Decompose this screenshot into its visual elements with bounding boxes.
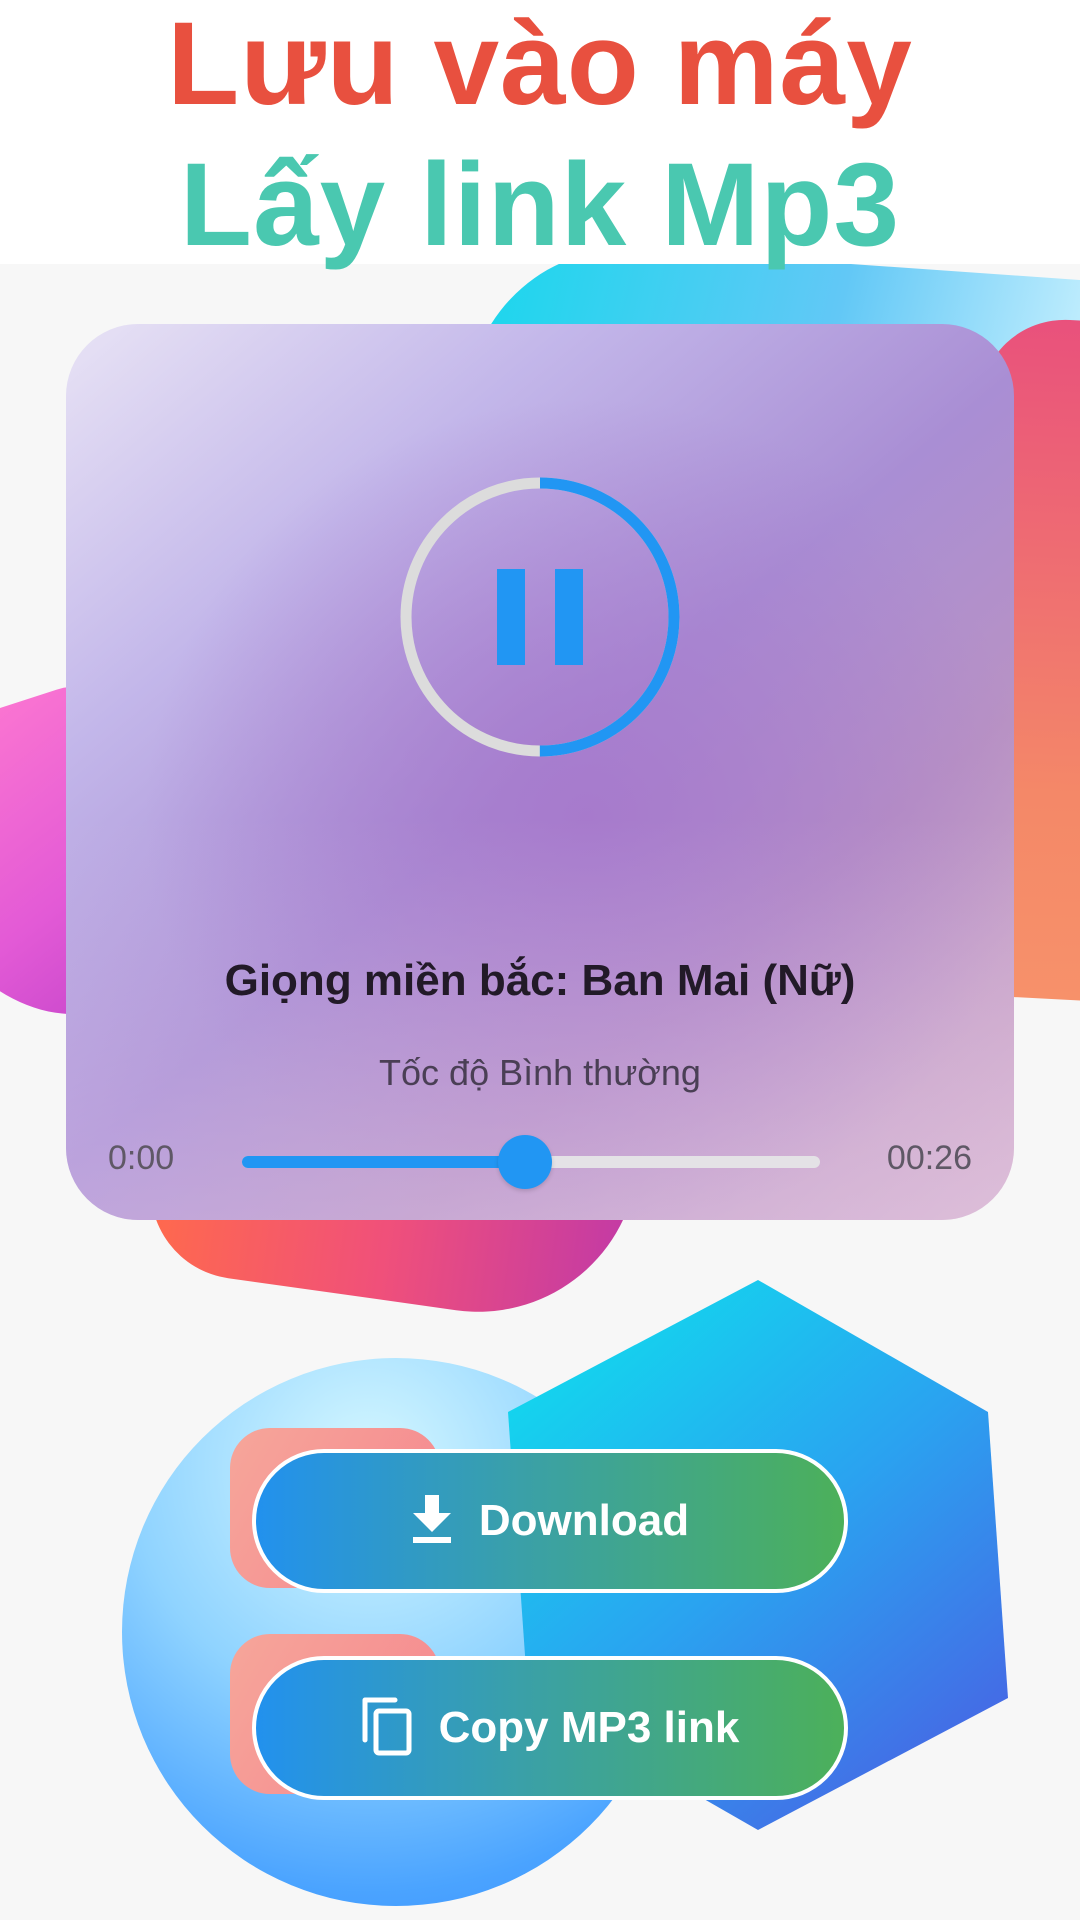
headline-save-to-device: Lưu vào máy bbox=[167, 0, 913, 130]
seek-slider[interactable] bbox=[242, 1135, 820, 1189]
download-button-label: Download bbox=[478, 1496, 690, 1545]
header: Lưu vào máy Lấy link Mp3 bbox=[0, 0, 1080, 264]
current-time: 0:00 bbox=[108, 1139, 175, 1177]
headline-get-mp3-link: Lấy link Mp3 bbox=[179, 139, 901, 271]
speed-label[interactable]: Tốc độ Bình thường bbox=[66, 1052, 1014, 1094]
audio-player-card: Giọng miền bắc: Ban Mai (Nữ) Tốc độ Bình… bbox=[66, 324, 1014, 1220]
download-button[interactable]: Download bbox=[252, 1449, 848, 1593]
pause-icon bbox=[497, 569, 583, 665]
download-icon bbox=[411, 1494, 453, 1548]
seek-slider-fill bbox=[242, 1156, 526, 1168]
copy-icon bbox=[361, 1696, 413, 1761]
copy-mp3-link-button[interactable]: Copy MP3 link bbox=[252, 1656, 848, 1800]
total-time: 00:26 bbox=[886, 1139, 972, 1177]
copy-mp3-link-label: Copy MP3 link bbox=[438, 1703, 740, 1752]
play-pause-button[interactable] bbox=[399, 476, 681, 758]
seek-slider-thumb[interactable] bbox=[498, 1135, 553, 1189]
voice-name: Giọng miền bắc: Ban Mai (Nữ) bbox=[224, 956, 856, 1005]
